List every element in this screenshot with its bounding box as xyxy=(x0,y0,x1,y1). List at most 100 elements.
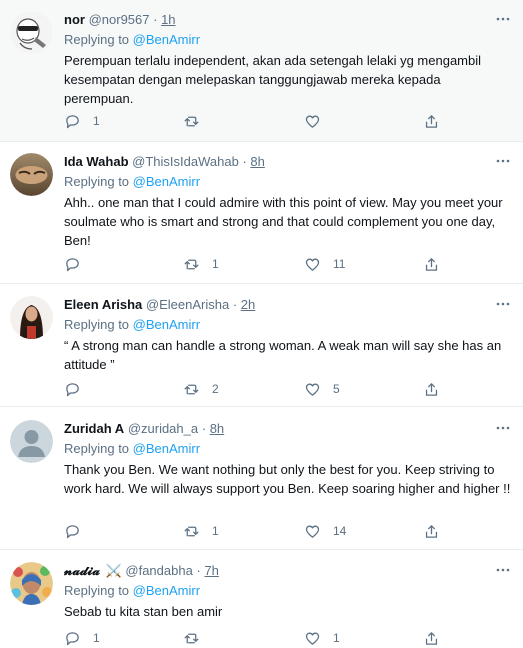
share-button[interactable] xyxy=(423,521,440,541)
more-options-icon[interactable] xyxy=(495,296,511,312)
tweet-text: Sebab tu kita stan ben amir xyxy=(64,604,223,619)
reply-button[interactable]: 1 xyxy=(64,111,100,131)
display-name[interactable]: Zuridah A xyxy=(64,421,124,436)
reply-count: 1 xyxy=(93,114,100,128)
more-options-icon[interactable] xyxy=(495,153,511,169)
tweet-text: Ahh.. one man that I could admire with t… xyxy=(64,195,503,248)
tweet-actions: 2 5 xyxy=(64,379,444,399)
share-icon xyxy=(425,114,438,128)
heart-icon xyxy=(305,383,320,396)
share-button[interactable] xyxy=(423,379,440,399)
more-options-icon[interactable] xyxy=(495,420,511,436)
tweet-header: Ida Wahab @ThisIsIdaWahab · 8h xyxy=(64,153,493,171)
mention-link[interactable]: @BenAmirr xyxy=(133,32,200,47)
user-handle[interactable]: @EleenArisha xyxy=(146,297,229,312)
default-avatar-icon xyxy=(10,420,53,463)
cartoon-avatar-icon xyxy=(10,11,53,54)
mention-link[interactable]: @BenAmirr xyxy=(133,174,200,189)
separator-dot: · xyxy=(201,421,207,436)
more-options-icon[interactable] xyxy=(495,562,511,578)
more-options-icon[interactable] xyxy=(495,11,511,27)
replying-to-label: Replying to xyxy=(64,441,130,456)
avatar[interactable] xyxy=(10,153,53,196)
profile-photo-icon xyxy=(10,296,53,339)
avatar[interactable] xyxy=(10,296,53,339)
user-handle[interactable]: @fandabha xyxy=(125,563,192,578)
reply-button[interactable] xyxy=(64,521,93,541)
reply-icon xyxy=(66,631,79,645)
share-button[interactable] xyxy=(423,254,440,274)
retweet-button[interactable]: 2 xyxy=(183,379,219,399)
like-count: 11 xyxy=(333,257,346,271)
timestamp[interactable]: 8h xyxy=(250,154,264,169)
share-icon xyxy=(425,631,438,645)
like-count: 14 xyxy=(333,524,347,538)
like-button[interactable]: 14 xyxy=(304,521,346,541)
avatar[interactable] xyxy=(10,11,53,54)
display-name[interactable]: Ida Wahab xyxy=(64,154,129,169)
share-icon xyxy=(425,524,438,538)
tweet-header: nor @nor9567 · 1h xyxy=(64,11,493,29)
like-button[interactable]: 5 xyxy=(304,379,340,399)
mention-link[interactable]: @BenAmirr xyxy=(133,441,200,456)
timestamp[interactable]: 2h xyxy=(241,297,255,312)
tweet-actions: 1 14 xyxy=(64,521,444,541)
replying-to: Replying to @BenAmirr xyxy=(64,31,200,49)
user-handle[interactable]: @zuridah_a xyxy=(128,421,198,436)
retweet-button[interactable] xyxy=(183,628,212,648)
user-handle[interactable]: @ThisIsIdaWahab xyxy=(132,154,239,169)
retweet-button[interactable]: 1 xyxy=(183,254,219,274)
timestamp[interactable]: 8h xyxy=(210,421,224,436)
reply-button[interactable]: 1 xyxy=(64,628,100,648)
tweet-4[interactable]: Zuridah A @zuridah_a · 8h Replying to @B… xyxy=(0,407,523,550)
separator-dot: · xyxy=(232,297,238,312)
tweet-5[interactable]: 𝓷𝓪𝓭𝓲𝓪 ⚔️ @fandabha · 7h Replying to @Ben… xyxy=(0,550,523,648)
mention-link[interactable]: @BenAmirr xyxy=(133,317,200,332)
timestamp[interactable]: 7h xyxy=(204,563,218,578)
crossed-swords-emoji: ⚔️ xyxy=(105,563,122,578)
heart-icon xyxy=(305,115,320,128)
separator-dot: · xyxy=(153,12,158,27)
tweet-actions: 1 xyxy=(64,111,444,131)
replying-to-label: Replying to xyxy=(64,174,130,189)
reply-icon xyxy=(66,382,79,396)
profile-photo-icon xyxy=(10,153,53,196)
reply-button[interactable] xyxy=(64,254,93,274)
display-name[interactable]: 𝓷𝓪𝓭𝓲𝓪 xyxy=(64,563,100,578)
avatar[interactable] xyxy=(10,420,53,463)
tweet-1[interactable]: nor @nor9567 · 1h Replying to @BenAmirr … xyxy=(0,0,523,142)
retweet-button[interactable]: 1 xyxy=(183,521,219,541)
retweet-count: 2 xyxy=(212,382,219,396)
reply-button[interactable] xyxy=(64,379,93,399)
retweet-count: 1 xyxy=(212,524,219,538)
reply-count: 1 xyxy=(93,631,100,645)
replying-to: Replying to @BenAmirr xyxy=(64,440,200,458)
tweet-2[interactable]: Ida Wahab @ThisIsIdaWahab · 8h Replying … xyxy=(0,142,523,284)
like-count: 5 xyxy=(333,382,340,396)
tweet-3[interactable]: Eleen Arisha @EleenArisha · 2h Replying … xyxy=(0,284,523,407)
heart-icon xyxy=(305,525,320,538)
replying-to-label: Replying to xyxy=(64,583,130,598)
heart-icon xyxy=(305,258,320,271)
retweet-icon xyxy=(184,526,199,536)
mention-link[interactable]: @BenAmirr xyxy=(133,583,200,598)
share-button[interactable] xyxy=(423,111,440,131)
retweet-button[interactable] xyxy=(183,111,212,131)
reply-icon xyxy=(66,257,79,271)
user-handle[interactable]: @nor9567 xyxy=(89,12,150,27)
like-button[interactable]: 1 xyxy=(304,628,340,648)
like-button[interactable]: 11 xyxy=(304,254,345,274)
reply-icon xyxy=(66,524,79,538)
reply-icon xyxy=(66,114,79,128)
retweet-icon xyxy=(184,116,199,126)
timestamp[interactable]: 1h xyxy=(161,12,175,27)
tweet-text: Perempuan terlalu independent, akan ada … xyxy=(64,53,482,106)
tweet-text: “ A strong man can handle a strong woman… xyxy=(64,338,502,372)
replying-to-label: Replying to xyxy=(64,317,130,332)
display-name[interactable]: Eleen Arisha xyxy=(64,297,142,312)
avatar[interactable] xyxy=(10,562,53,605)
display-name[interactable]: nor xyxy=(64,12,85,27)
replying-to: Replying to @BenAmirr xyxy=(64,582,200,600)
like-button[interactable] xyxy=(304,111,333,131)
share-button[interactable] xyxy=(423,628,440,648)
